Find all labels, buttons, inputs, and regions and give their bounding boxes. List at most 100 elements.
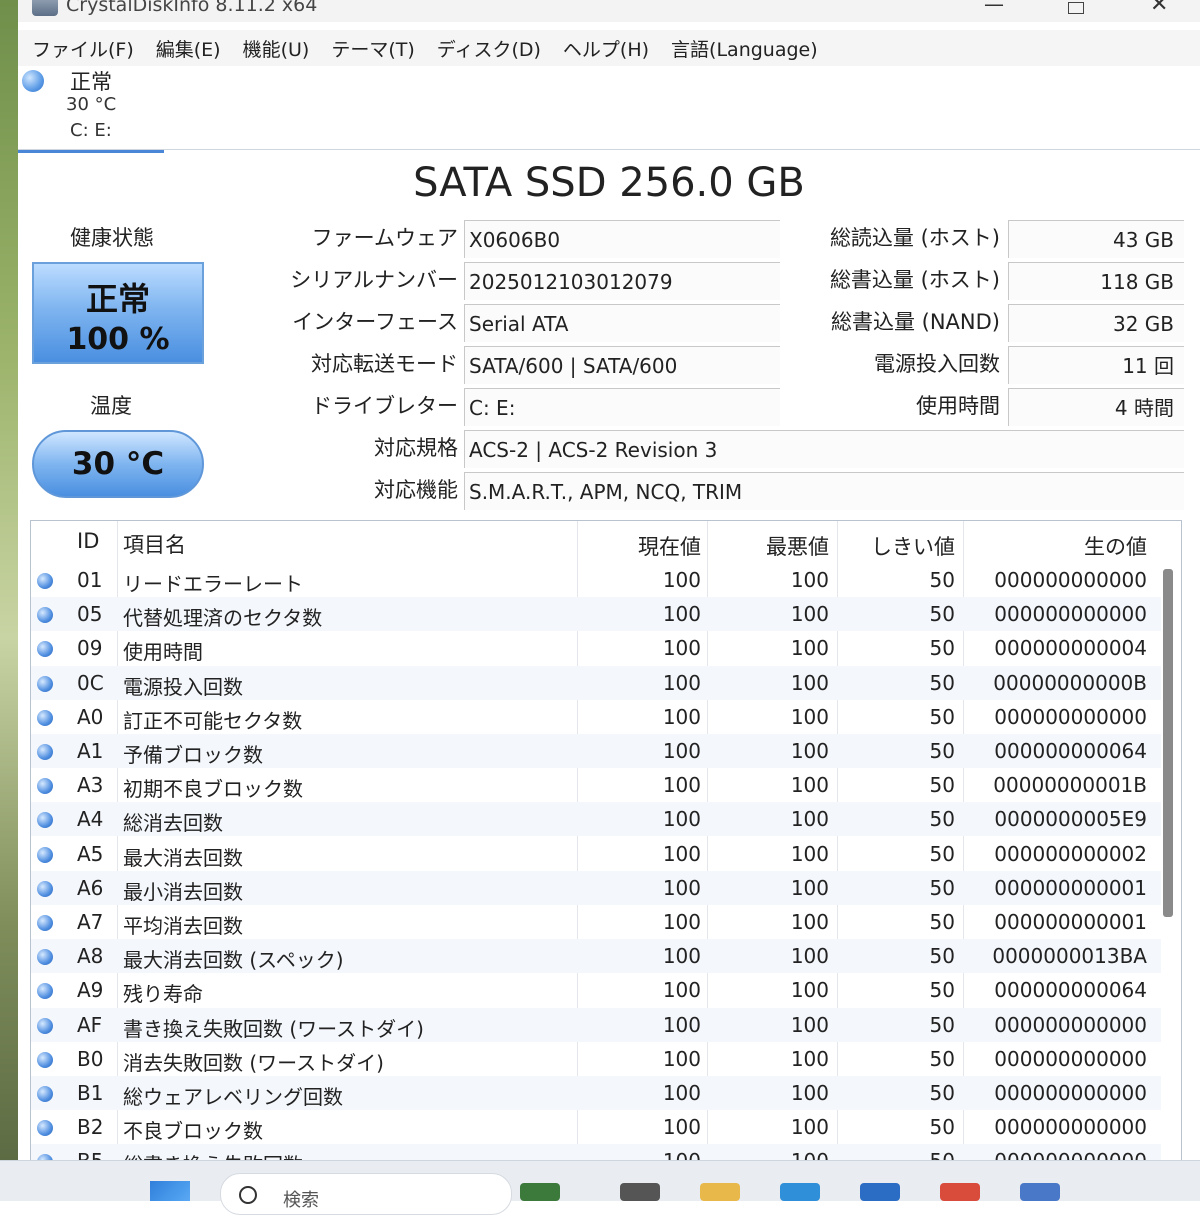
- status-dot-icon: [22, 70, 44, 92]
- attribute-id: 0C: [77, 670, 104, 695]
- divider: [18, 149, 1200, 150]
- chrome-icon[interactable]: [940, 1183, 980, 1201]
- disk-model-title: SATA SSD 256.0 GB: [413, 160, 805, 206]
- attribute-name: 訂正不可能セクタ数: [123, 708, 303, 733]
- table-row[interactable]: A3 初期不良ブロック数 100 100 50 00000000001B: [31, 768, 1161, 802]
- interface-label: インターフェース: [292, 310, 458, 334]
- drive-letter-label: ドライブレター: [311, 394, 458, 418]
- disk-tab-status: 正常: [70, 70, 112, 94]
- attribute-worst: 100: [790, 773, 829, 798]
- attribute-name: 使用時間: [123, 640, 203, 665]
- attribute-worst: 100: [790, 910, 829, 934]
- attribute-id: AF: [77, 1012, 103, 1037]
- attribute-current: 100: [662, 875, 701, 900]
- disk-tab[interactable]: 正常 30 °C C: E:: [18, 64, 164, 153]
- crystaldiskinfo-icon[interactable]: [1020, 1183, 1060, 1201]
- header-name[interactable]: 項目名: [123, 529, 573, 559]
- host-reads-label: 総読込量 (ホスト): [829, 226, 1000, 250]
- attribute-threshold: 50: [929, 739, 955, 763]
- status-dot-icon: [37, 675, 53, 692]
- serial-value: 2025012103012079: [464, 262, 780, 300]
- store-icon[interactable]: [860, 1183, 900, 1201]
- taskbar-app-icon[interactable]: [620, 1183, 660, 1201]
- header-threshold[interactable]: しきい値: [851, 531, 955, 561]
- windows-start-icon[interactable]: [150, 1181, 190, 1201]
- browser-icon[interactable]: [780, 1183, 820, 1201]
- table-row[interactable]: 09 使用時間 100 100 50 000000000004: [31, 631, 1161, 665]
- status-dot-icon: [37, 1051, 53, 1068]
- minimize-button[interactable]: —: [984, 0, 1004, 16]
- attribute-threshold: 50: [929, 1081, 955, 1105]
- status-dot-icon: [37, 846, 53, 863]
- table-scrollbar[interactable]: [1163, 569, 1173, 917]
- attribute-raw: 0000000005E9: [994, 807, 1147, 832]
- host-writes-value: 118 GB: [1008, 262, 1184, 300]
- drive-letter-value: C: E:: [464, 388, 780, 426]
- header-current[interactable]: 現在値: [591, 531, 701, 561]
- attribute-current: 100: [662, 1012, 701, 1037]
- header-id[interactable]: ID: [77, 529, 117, 553]
- table-row[interactable]: AF 書き換え失敗回数 (ワーストダイ) 100 100 50 000000000000: [31, 1007, 1161, 1042]
- disk-tab-temp: 30 °C: [66, 94, 117, 115]
- status-dot-icon: [37, 607, 53, 624]
- attribute-current: 100: [662, 910, 701, 934]
- status-dot-icon: [37, 949, 53, 966]
- folder-icon[interactable]: [700, 1183, 740, 1201]
- table-row[interactable]: 0C 電源投入回数 100 100 50 00000000000B: [31, 665, 1161, 700]
- status-dot-icon: [37, 573, 53, 589]
- taskbar-app-icon[interactable]: [520, 1183, 560, 1201]
- header-worst[interactable]: 最悪値: [721, 531, 829, 561]
- attribute-name: 平均消去回数: [123, 914, 243, 938]
- power-on-count-value: 11 回: [1008, 346, 1184, 384]
- menu-file[interactable]: ファイル(F): [32, 35, 134, 62]
- attribute-name: 書き換え失敗回数 (ワーストダイ): [123, 1016, 424, 1041]
- taskbar-search[interactable]: 検索: [220, 1173, 512, 1215]
- attribute-current: 100: [662, 704, 701, 729]
- close-button[interactable]: ✕: [1150, 0, 1168, 17]
- attribute-threshold: 50: [929, 875, 955, 900]
- health-status-box[interactable]: 正常 100 %: [32, 262, 204, 364]
- attribute-worst: 100: [790, 875, 829, 900]
- table-row[interactable]: A1 予備ブロック数 100 100 50 000000000064: [31, 734, 1161, 768]
- menu-disk[interactable]: ディスク(D): [437, 35, 541, 62]
- menu-theme[interactable]: テーマ(T): [331, 35, 414, 62]
- header-raw[interactable]: 生の値: [971, 531, 1147, 561]
- attribute-current: 100: [662, 1046, 701, 1071]
- table-row[interactable]: 05 代替処理済のセクタ数 100 100 50 000000000000: [31, 597, 1161, 632]
- maximize-button[interactable]: [1068, 2, 1084, 14]
- title-bar: CrystalDiskInfo 8.11.2 x64 — ✕: [18, 0, 1200, 22]
- table-row[interactable]: A8 最大消去回数 (スペック) 100 100 50 0000000013BA: [31, 939, 1161, 974]
- table-row[interactable]: B0 消去失敗回数 (ワーストダイ) 100 100 50 000000000000: [31, 1042, 1161, 1076]
- table-row[interactable]: B2 不良ブロック数 100 100 50 000000000000: [31, 1110, 1161, 1144]
- menu-function[interactable]: 機能(U): [243, 35, 310, 62]
- attribute-id: B2: [77, 1115, 104, 1140]
- attribute-worst: 100: [790, 1012, 829, 1037]
- attribute-current: 100: [662, 1081, 701, 1105]
- table-row[interactable]: A5 最大消去回数 100 100 50 000000000002: [31, 837, 1161, 871]
- status-dot-icon: [37, 915, 53, 931]
- attribute-threshold: 50: [929, 568, 955, 592]
- attribute-raw: 00000000001B: [993, 773, 1147, 798]
- table-row[interactable]: A7 平均消去回数 100 100 50 000000000001: [31, 905, 1161, 939]
- attribute-current: 100: [662, 944, 701, 969]
- table-row[interactable]: A0 訂正不可能セクタ数 100 100 50 000000000000: [31, 700, 1161, 734]
- menu-help[interactable]: ヘルプ(H): [563, 35, 649, 62]
- attribute-worst: 100: [790, 704, 829, 729]
- menu-edit[interactable]: 編集(E): [156, 35, 221, 62]
- status-dot-icon: [37, 778, 53, 795]
- table-row[interactable]: A9 残り寿命 100 100 50 000000000064: [31, 973, 1161, 1007]
- attribute-raw: 000000000000: [994, 1115, 1147, 1140]
- table-row[interactable]: A6 最小消去回数 100 100 50 000000000001: [31, 870, 1161, 905]
- attribute-id: 05: [77, 602, 103, 627]
- status-dot-icon: [37, 812, 53, 829]
- table-row[interactable]: B1 総ウェアレベリング回数 100 100 50 000000000000: [31, 1076, 1161, 1110]
- table-row[interactable]: A4 総消去回数 100 100 50 0000000005E9: [31, 802, 1161, 837]
- attribute-threshold: 50: [929, 636, 955, 661]
- temperature-box[interactable]: 30 °C: [32, 430, 204, 498]
- attribute-raw: 00000000000B: [993, 670, 1147, 695]
- attribute-threshold: 50: [929, 773, 955, 798]
- firmware-value: X0606B0: [464, 220, 780, 258]
- host-reads-value: 43 GB: [1008, 220, 1184, 258]
- table-row[interactable]: 01 リードエラーレート 100 100 50 000000000000: [31, 563, 1161, 597]
- menu-language[interactable]: 言語(Language): [671, 35, 818, 62]
